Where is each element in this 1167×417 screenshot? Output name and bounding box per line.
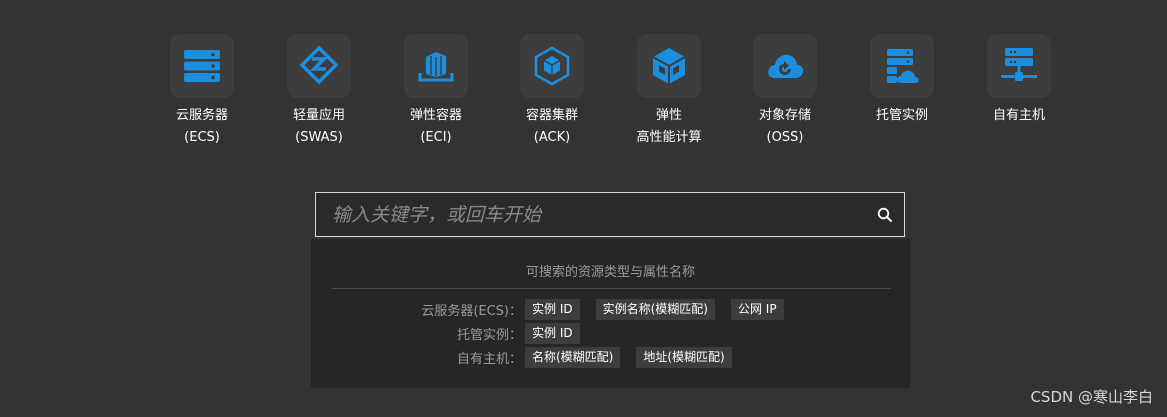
attribute-chip[interactable]: 实例 ID bbox=[525, 322, 580, 344]
product-name: 托管实例 bbox=[875, 108, 928, 123]
product-swas[interactable]: 轻量应用 (SWAS) bbox=[269, 34, 369, 149]
product-name: 轻量应用 bbox=[292, 108, 345, 123]
attribute-chip[interactable]: 名称(模糊匹配) bbox=[525, 346, 621, 368]
divider bbox=[332, 288, 891, 289]
product-hpc[interactable]: 弹性 高性能计算 bbox=[619, 34, 719, 149]
panel-title: 可搜索的资源类型与属性名称 bbox=[525, 265, 695, 280]
product-tile bbox=[987, 34, 1051, 98]
container-icon bbox=[418, 52, 454, 82]
search-hint-panel: 可搜索的资源类型与属性名称 云服务器(ECS)： 实例 ID 实例名称(模糊匹配… bbox=[311, 239, 910, 388]
cluster-cube-icon bbox=[534, 46, 570, 86]
product-code: (SWAS) bbox=[295, 130, 343, 145]
product-oss[interactable]: 对象存储 (OSS) bbox=[735, 34, 835, 149]
watermark: CSDN @寒山李白 bbox=[1030, 388, 1153, 406]
server-stack-icon bbox=[184, 50, 220, 82]
product-code: (OSS) bbox=[766, 130, 804, 145]
hint-row-ecs: 云服务器(ECS)： 实例 ID 实例名称(模糊匹配) 公网 IP bbox=[311, 298, 784, 320]
page: 云服务器 (ECS) 轻量应用 (SWAS) 弹性容器 (ECI) 容器集群 (… bbox=[0, 0, 1167, 417]
product-tile bbox=[520, 34, 584, 98]
product-name: 自有主机 bbox=[992, 108, 1045, 123]
resource-type-label: 云服务器(ECS)： bbox=[421, 303, 522, 319]
product-code: 高性能计算 bbox=[636, 130, 702, 145]
product-ecs[interactable]: 云服务器 (ECS) bbox=[152, 34, 252, 149]
product-tile bbox=[753, 34, 817, 98]
product-eci[interactable]: 弹性容器 (ECI) bbox=[386, 34, 486, 149]
hint-row-own-host: 自有主机： 名称(模糊匹配) 地址(模糊匹配) bbox=[311, 346, 732, 368]
product-code: (ECS) bbox=[184, 130, 220, 145]
attribute-chip[interactable]: 实例名称(模糊匹配) bbox=[595, 298, 715, 320]
hosted-instance-icon bbox=[887, 49, 919, 83]
product-code: (ACK) bbox=[533, 130, 571, 145]
attribute-chip[interactable]: 实例 ID bbox=[525, 298, 580, 320]
product-name: 弹性 bbox=[655, 108, 682, 123]
attribute-chip[interactable]: 地址(模糊匹配) bbox=[636, 346, 732, 368]
product-hosted-instance[interactable]: 托管实例 bbox=[852, 34, 952, 127]
attribute-chip[interactable]: 公网 IP bbox=[730, 298, 784, 320]
product-name: 对象存储 bbox=[758, 108, 811, 123]
product-own-host[interactable]: 自有主机 bbox=[969, 34, 1069, 127]
light-server-icon bbox=[299, 45, 339, 85]
search-box bbox=[315, 192, 905, 237]
product-tile bbox=[870, 34, 934, 98]
product-name: 弹性容器 bbox=[409, 108, 462, 123]
product-tile bbox=[404, 34, 468, 98]
product-code: (ECI) bbox=[420, 130, 452, 145]
product-tile bbox=[170, 34, 234, 98]
hint-row-hosted-instance: 托管实例： 实例 ID bbox=[311, 322, 580, 344]
hpc-cube-icon bbox=[652, 48, 686, 84]
search-input[interactable] bbox=[316, 193, 856, 236]
product-name: 容器集群 bbox=[525, 108, 578, 123]
product-row: 云服务器 (ECS) 轻量应用 (SWAS) 弹性容器 (ECI) 容器集群 (… bbox=[0, 34, 1167, 154]
product-name: 云服务器 bbox=[175, 108, 228, 123]
resource-type-label: 自有主机： bbox=[456, 351, 522, 367]
cloud-storage-icon bbox=[768, 54, 804, 78]
product-ack[interactable]: 容器集群 (ACK) bbox=[502, 34, 602, 149]
own-host-icon bbox=[1001, 48, 1037, 81]
search-icon[interactable] bbox=[876, 206, 894, 224]
product-tile bbox=[637, 34, 701, 98]
resource-type-label: 托管实例： bbox=[456, 327, 522, 343]
product-tile bbox=[287, 34, 351, 98]
